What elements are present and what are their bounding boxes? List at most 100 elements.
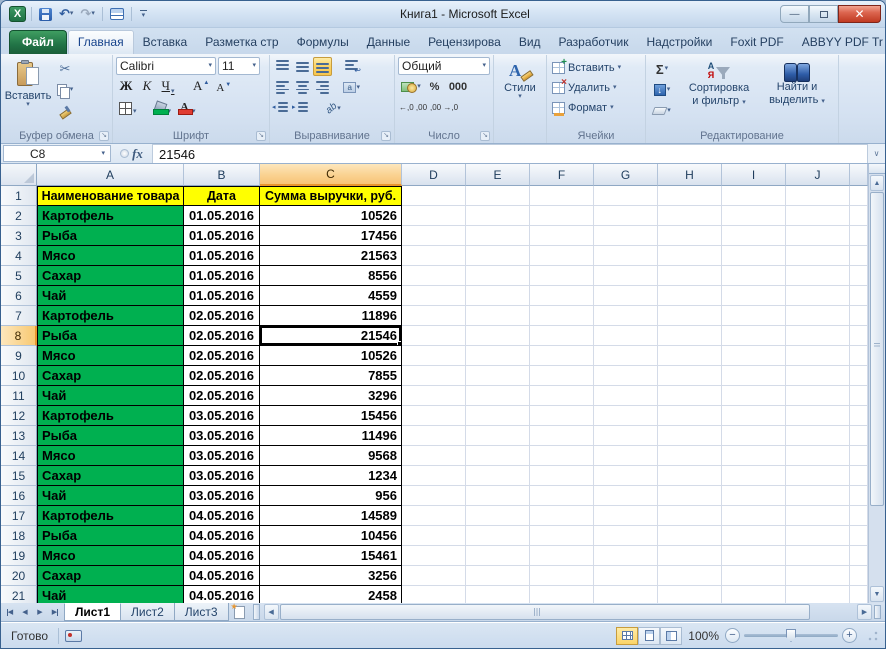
cell-I12[interactable] xyxy=(722,406,786,426)
cell-D10[interactable] xyxy=(402,366,466,386)
macro-record-button[interactable] xyxy=(65,630,82,642)
cell-B1[interactable]: Дата xyxy=(184,186,260,206)
cell-J16[interactable] xyxy=(786,486,850,506)
cell-E8[interactable] xyxy=(466,326,530,346)
vertical-scrollbar[interactable]: ▲ ▼ xyxy=(868,164,885,603)
cell-B10[interactable]: 02.05.2016 xyxy=(184,366,260,386)
cell-D8[interactable] xyxy=(402,326,466,346)
cell-C3[interactable]: 17456 xyxy=(260,226,402,246)
insert-function-button[interactable]: fx xyxy=(132,146,143,162)
cell-A13[interactable]: Рыба xyxy=(37,426,184,446)
cell-F15[interactable] xyxy=(530,466,594,486)
name-box[interactable]: C8▾ xyxy=(3,145,111,162)
cell-I16[interactable] xyxy=(722,486,786,506)
cell-I10[interactable] xyxy=(722,366,786,386)
cell-F14[interactable] xyxy=(530,446,594,466)
cell-I13[interactable] xyxy=(722,426,786,446)
last-sheet-button[interactable]: ▶ xyxy=(48,605,62,619)
cell-C18[interactable]: 10456 xyxy=(260,526,402,546)
cell-I21[interactable] xyxy=(722,586,786,603)
cell-J2[interactable] xyxy=(786,206,850,226)
cell-F5[interactable] xyxy=(530,266,594,286)
cell-J9[interactable] xyxy=(786,346,850,366)
delete-cells-button[interactable]: Удалить▾ xyxy=(550,79,642,97)
cell-I8[interactable] xyxy=(722,326,786,346)
column-header-I[interactable]: I xyxy=(722,164,786,186)
cell-J12[interactable] xyxy=(786,406,850,426)
row-header-2[interactable]: 2 xyxy=(1,206,37,226)
cell-A16[interactable]: Чай xyxy=(37,486,184,506)
row-header-13[interactable]: 13 xyxy=(1,426,37,446)
cell-J7[interactable] xyxy=(786,306,850,326)
cell-A2[interactable]: Картофель xyxy=(37,206,184,226)
cell-H9[interactable] xyxy=(658,346,722,366)
cell-H17[interactable] xyxy=(658,506,722,526)
cell-D21[interactable] xyxy=(402,586,466,603)
cell-B8[interactable]: 02.05.2016 xyxy=(184,326,260,346)
cell-E15[interactable] xyxy=(466,466,530,486)
ribbon-tab-2[interactable]: Вставка xyxy=(134,31,197,54)
cell-G14[interactable] xyxy=(594,446,658,466)
cell-C1[interactable]: Сумма выручки, руб. xyxy=(260,186,402,206)
cell-A3[interactable]: Рыба xyxy=(37,226,184,246)
cell-G5[interactable] xyxy=(594,266,658,286)
cell-E6[interactable] xyxy=(466,286,530,306)
cell-B21[interactable]: 04.05.2016 xyxy=(184,586,260,603)
clear-button[interactable]: ▾ xyxy=(649,101,675,121)
cell-I15[interactable] xyxy=(722,466,786,486)
cell-B4[interactable]: 01.05.2016 xyxy=(184,246,260,266)
row-header-16[interactable]: 16 xyxy=(1,486,37,506)
maximize-button[interactable] xyxy=(809,5,838,23)
cell-A19[interactable]: Мясо xyxy=(37,546,184,566)
cell-E21[interactable] xyxy=(466,586,530,603)
row-header-20[interactable]: 20 xyxy=(1,566,37,586)
row-header-18[interactable]: 18 xyxy=(1,526,37,546)
cell-I18[interactable] xyxy=(722,526,786,546)
cell-I17[interactable] xyxy=(722,506,786,526)
cell-H18[interactable] xyxy=(658,526,722,546)
increase-indent-button[interactable]: ▸ xyxy=(293,99,312,118)
ribbon-tab-7[interactable]: Вид xyxy=(510,31,550,54)
cell-B16[interactable]: 03.05.2016 xyxy=(184,486,260,506)
tab-splitter[interactable] xyxy=(253,604,260,620)
cell-A8[interactable]: Рыба xyxy=(37,326,184,346)
align-left-button[interactable] xyxy=(273,78,292,97)
cell-B17[interactable]: 04.05.2016 xyxy=(184,506,260,526)
comma-style-button[interactable]: 000 xyxy=(445,77,471,96)
copy-button[interactable]: ▾ xyxy=(52,80,78,100)
cell-B9[interactable]: 02.05.2016 xyxy=(184,346,260,366)
cell-F11[interactable] xyxy=(530,386,594,406)
cell-D12[interactable] xyxy=(402,406,466,426)
dialog-launcher-icon[interactable]: ↘ xyxy=(381,131,391,141)
cell-B20[interactable]: 04.05.2016 xyxy=(184,566,260,586)
cell-A6[interactable]: Чай xyxy=(37,286,184,306)
zoom-thumb[interactable] xyxy=(786,629,796,642)
autosum-button[interactable]: Σ▾ xyxy=(649,59,675,79)
borders-button[interactable]: ▾ xyxy=(116,98,140,117)
ribbon-tab-9[interactable]: Надстройки xyxy=(638,31,722,54)
cell-F2[interactable] xyxy=(530,206,594,226)
cell-E1[interactable] xyxy=(466,186,530,206)
column-header-E[interactable]: E xyxy=(466,164,530,186)
cell-H2[interactable] xyxy=(658,206,722,226)
cell-H19[interactable] xyxy=(658,546,722,566)
cell-A7[interactable]: Картофель xyxy=(37,306,184,326)
cell-G12[interactable] xyxy=(594,406,658,426)
column-header-A[interactable]: A xyxy=(37,164,184,186)
ribbon-tab-11[interactable]: ABBYY PDF Tr xyxy=(793,31,886,54)
cell-F16[interactable] xyxy=(530,486,594,506)
cell-E11[interactable] xyxy=(466,386,530,406)
cell-F9[interactable] xyxy=(530,346,594,366)
cell-G21[interactable] xyxy=(594,586,658,603)
row-header-6[interactable]: 6 xyxy=(1,286,37,306)
ribbon-tab-6[interactable]: Рецензирова xyxy=(419,31,510,54)
cell-H12[interactable] xyxy=(658,406,722,426)
cell-F3[interactable] xyxy=(530,226,594,246)
cell-G20[interactable] xyxy=(594,566,658,586)
cell-D5[interactable] xyxy=(402,266,466,286)
cell-J3[interactable] xyxy=(786,226,850,246)
cell-G15[interactable] xyxy=(594,466,658,486)
cell-F7[interactable] xyxy=(530,306,594,326)
align-middle-button[interactable] xyxy=(293,57,312,76)
row-header-11[interactable]: 11 xyxy=(1,386,37,406)
